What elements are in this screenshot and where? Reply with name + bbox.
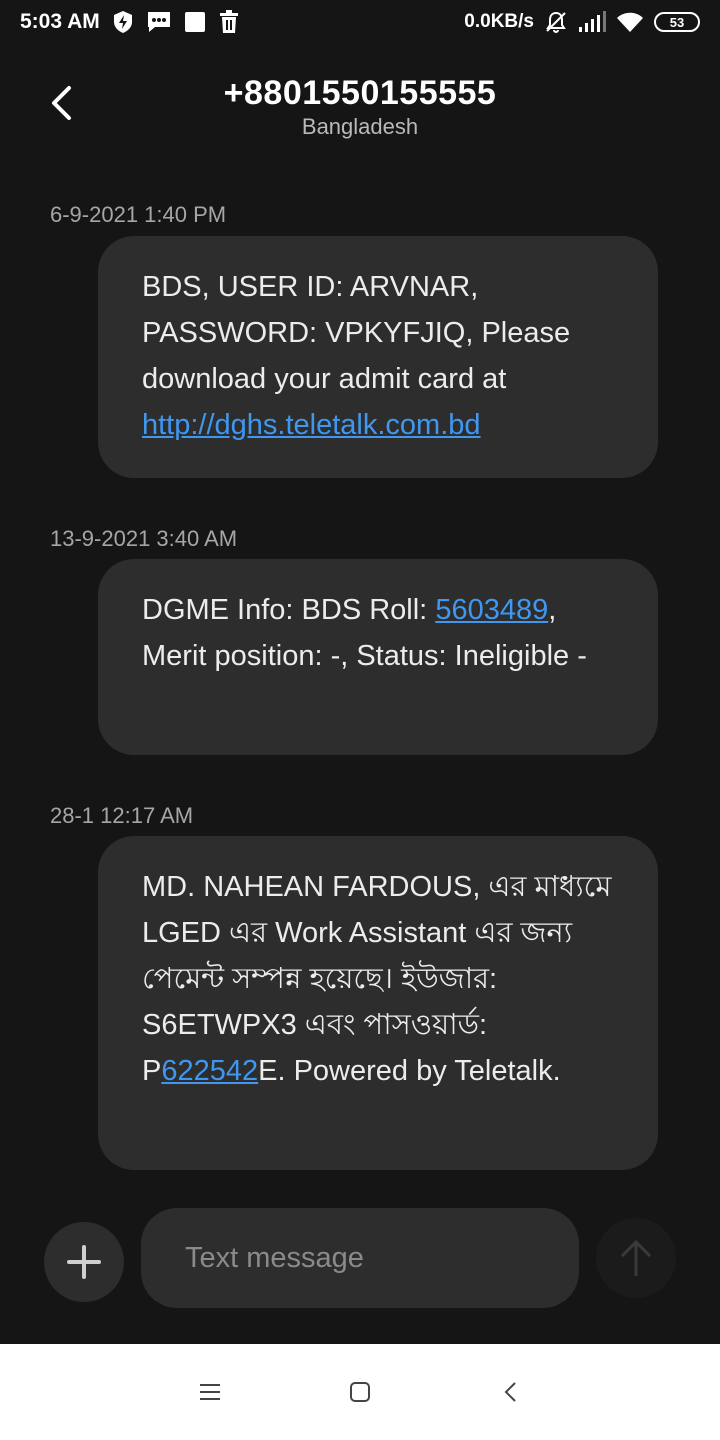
mute-bell-icon [544, 10, 568, 34]
status-left: 5:03 AM [20, 10, 240, 34]
message-text: BDS, USER ID: ARVNAR, PASSWORD: VPKYFJIQ… [142, 271, 571, 395]
trash-icon [218, 10, 240, 34]
send-button[interactable] [596, 1218, 676, 1298]
message-icon [146, 10, 172, 34]
message-link[interactable]: http://dghs.teletalk.com.bd [142, 409, 481, 441]
menu-icon [200, 1384, 220, 1400]
message-bubble[interactable]: BDS, USER ID: ARVNAR, PASSWORD: VPKYFJIQ… [98, 236, 658, 478]
battery-icon: 53 [654, 12, 700, 32]
network-speed: 0.0KB/s [464, 11, 534, 32]
square-icon [184, 11, 206, 33]
composer [0, 1200, 720, 1320]
navigation-bar [0, 1344, 720, 1440]
message-link[interactable]: 622542 [161, 1055, 258, 1087]
message-timestamp: 28-1 12:17 AM [50, 803, 194, 828]
message-bubble[interactable]: MD. NAHEAN FARDOUS, এর মাধ্যমে LGED এর W… [98, 836, 658, 1170]
home-square-icon [350, 1382, 370, 1402]
nav-back-icon [504, 1382, 516, 1402]
message-bubble[interactable]: DGME Info: BDS Roll: 5603489, Merit posi… [98, 559, 658, 755]
signal-icon [578, 11, 606, 33]
contact-number: +8801550155555 [223, 74, 497, 112]
status-right: 0.0KB/s 53 [464, 10, 700, 34]
home-button[interactable] [342, 1374, 378, 1410]
menu-button[interactable] [192, 1374, 228, 1410]
nav-back-button[interactable] [492, 1374, 528, 1410]
wifi-icon [616, 11, 644, 33]
status-time: 5:03 AM [20, 10, 100, 33]
shield-bolt-icon [112, 10, 134, 34]
message-text-after: E. Powered by Teletalk. [258, 1055, 561, 1087]
contact-location: Bangladesh [301, 114, 419, 139]
plus-icon [67, 1245, 101, 1279]
message-timestamp: 13-9-2021 3:40 AM [50, 526, 238, 551]
conversation-header: +8801550155555 Bangladesh [0, 60, 720, 160]
message-timestamp: 6-9-2021 1:40 PM [50, 202, 227, 227]
attach-button[interactable] [44, 1222, 124, 1302]
arrow-up-icon [620, 1239, 652, 1276]
message-link[interactable]: 5603489 [435, 594, 548, 626]
message-text: DGME Info: BDS Roll: [142, 594, 436, 626]
status-bar: 5:03 AM 0.0KB/s 53 [0, 0, 720, 52]
message-input[interactable] [141, 1208, 579, 1308]
